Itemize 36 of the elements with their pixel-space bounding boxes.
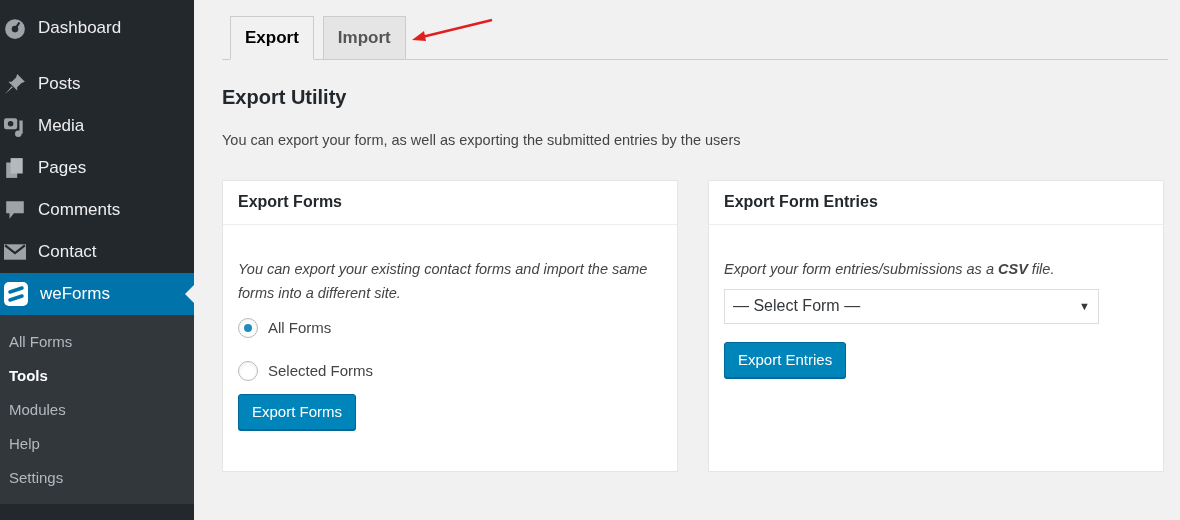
radio-button[interactable] xyxy=(238,360,258,381)
radio-button[interactable] xyxy=(238,317,258,338)
pin-icon xyxy=(4,73,26,95)
export-button[interactable]: Export Entries xyxy=(724,341,847,378)
current-pointer xyxy=(185,285,194,303)
sidebar-item[interactable]: Media xyxy=(0,105,194,147)
dropdown-arrow: ▼ xyxy=(1079,299,1090,314)
sidebar-item[interactable]: weForms xyxy=(0,273,194,315)
sidebar-item[interactable]: Posts xyxy=(0,63,194,105)
submenu-item[interactable]: All Forms xyxy=(0,325,194,359)
tab[interactable]: Import xyxy=(322,16,406,60)
submenu-item[interactable]: Help xyxy=(0,427,194,461)
envelope-icon xyxy=(4,241,26,263)
submenu-item[interactable]: Tools xyxy=(0,359,194,393)
sidebar-item[interactable]: Comments xyxy=(0,189,194,231)
submenu-item[interactable]: Settings xyxy=(0,461,194,495)
export-button[interactable]: Export Forms xyxy=(238,393,356,430)
sidebar-item[interactable]: Contact xyxy=(0,231,194,273)
speech-bubble-icon xyxy=(4,199,26,221)
weforms-logo-icon xyxy=(4,282,28,306)
pages-icon xyxy=(4,157,26,179)
card-title: Export Form Entries xyxy=(724,192,878,213)
radio-label[interactable]: All Forms xyxy=(268,316,332,339)
card-description: You can export your existing contact forms and import the same forms into a different site. xyxy=(238,259,649,303)
dashboard-icon xyxy=(4,17,26,39)
form-select[interactable]: — Select Form — ▼ xyxy=(724,288,1099,324)
page-description: You can export your form, as well as exporting the submitted entries by the users xyxy=(222,131,741,150)
radio-label[interactable]: Selected Forms xyxy=(268,359,374,382)
media-icon xyxy=(4,115,26,137)
tab[interactable]: Export xyxy=(230,16,314,60)
submenu-item[interactable]: Modules xyxy=(0,393,194,427)
sidebar-item[interactable]: Dashboard xyxy=(0,7,194,49)
card-description: Export your form entries/submissions as a CSV file. xyxy=(724,259,1055,279)
card-title: Export Forms xyxy=(238,192,342,213)
page-heading: Export Utility xyxy=(222,85,347,110)
sidebar-item[interactable]: Pages xyxy=(0,147,194,189)
